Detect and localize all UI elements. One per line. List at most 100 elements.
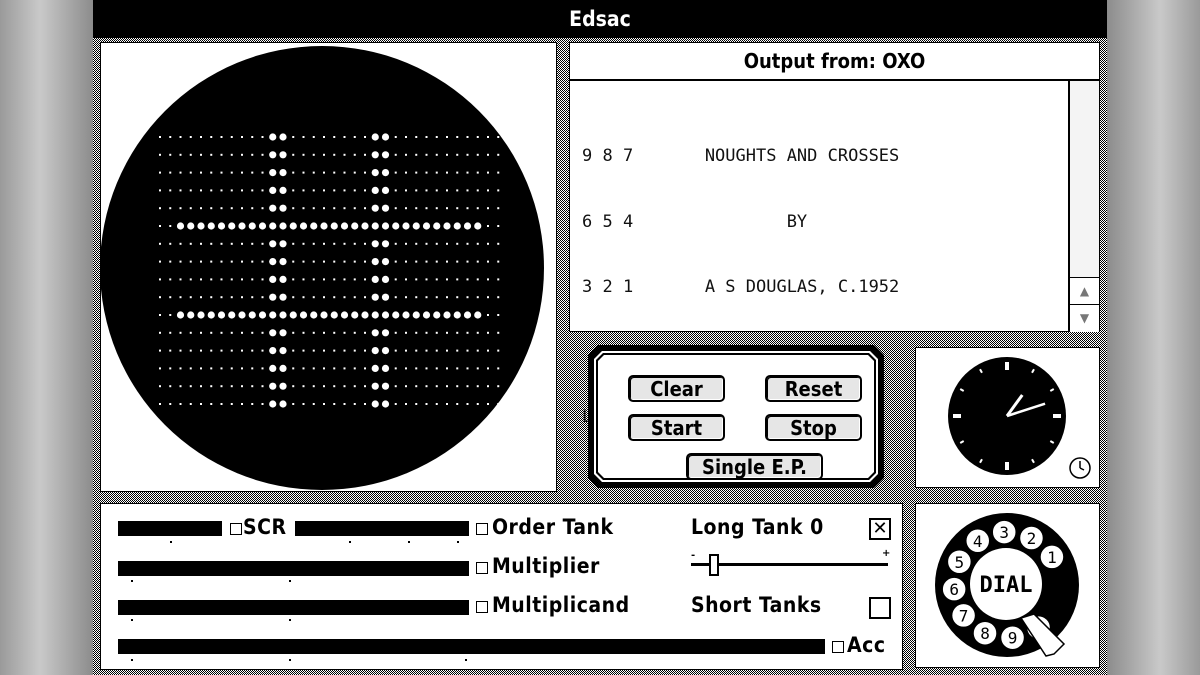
crt-dot bbox=[230, 136, 233, 138]
crt-dot bbox=[476, 171, 479, 174]
crt-dot-lit bbox=[453, 222, 461, 230]
crt-dot bbox=[323, 385, 325, 388]
crt-dot bbox=[323, 207, 325, 210]
crt-dot-lit bbox=[381, 364, 390, 372]
long-tank-checkbox[interactable]: ✕ bbox=[869, 518, 891, 540]
crt-dot-lit bbox=[463, 222, 472, 230]
crt-dot bbox=[200, 242, 202, 245]
crt-dot bbox=[446, 367, 448, 370]
window-title-bar[interactable]: Edsac bbox=[93, 0, 1107, 38]
dial-hole-5[interactable]: 5 bbox=[946, 549, 973, 575]
long-tank-slider-track[interactable] bbox=[691, 563, 888, 566]
crt-dot bbox=[394, 189, 397, 192]
crt-dot bbox=[405, 403, 407, 405]
crt-dot bbox=[456, 278, 459, 281]
crt-dot bbox=[435, 153, 438, 156]
crt-dot bbox=[487, 385, 489, 388]
crt-dot bbox=[497, 367, 500, 370]
single-ep-button[interactable]: Single E.P. bbox=[686, 453, 823, 478]
scr-checkbox[interactable] bbox=[230, 523, 242, 535]
crt-dot bbox=[497, 153, 500, 156]
crt-dot-lit bbox=[402, 311, 410, 319]
reset-button[interactable]: Reset bbox=[765, 375, 862, 402]
crt-dot-lit bbox=[443, 311, 451, 319]
crt-dot bbox=[425, 296, 428, 299]
clear-button[interactable]: Clear bbox=[628, 375, 725, 402]
crt-dot bbox=[312, 331, 315, 334]
register-tick bbox=[289, 580, 291, 582]
dial-digit: 3 bbox=[999, 523, 1009, 542]
output-scrollbar[interactable]: ▲ ▼ bbox=[1068, 81, 1099, 332]
crt-dot bbox=[200, 189, 202, 192]
crt-dot bbox=[415, 242, 418, 245]
short-tanks-label: Short Tanks bbox=[691, 593, 822, 617]
crt-dot bbox=[200, 331, 202, 334]
multiplier-checkbox[interactable] bbox=[476, 562, 488, 574]
crt-dot bbox=[456, 260, 459, 263]
crt-dot bbox=[159, 153, 161, 156]
rotary-dial[interactable]: DIAL 1234567890 bbox=[916, 504, 1099, 667]
crt-dot bbox=[466, 403, 469, 405]
dial-hole-8[interactable]: 8 bbox=[972, 620, 998, 646]
crt-dot bbox=[230, 171, 233, 174]
dial-hole-3[interactable]: 3 bbox=[991, 519, 1017, 545]
crt-dot bbox=[425, 367, 428, 370]
dial-digit: 1 bbox=[1047, 548, 1057, 567]
crt-dot bbox=[251, 349, 254, 352]
crt-dot bbox=[343, 296, 346, 299]
crt-dot bbox=[405, 260, 407, 263]
crt-dot bbox=[405, 278, 407, 281]
crt-dot bbox=[159, 278, 161, 281]
crt-dot bbox=[169, 225, 172, 227]
crt-dot bbox=[323, 278, 325, 281]
scroll-up-button[interactable]: ▲ bbox=[1070, 277, 1099, 305]
crt-dot bbox=[312, 189, 315, 192]
crt-dot-lit bbox=[392, 222, 400, 230]
dial-hole-7[interactable]: 7 bbox=[950, 602, 977, 629]
crt-dot bbox=[241, 171, 243, 174]
long-tank-slider-thumb[interactable] bbox=[708, 554, 719, 576]
crt-dot bbox=[446, 331, 448, 334]
crt-dot bbox=[487, 314, 489, 316]
crt-dot-lit bbox=[351, 222, 359, 230]
crt-dot bbox=[435, 278, 438, 281]
multiplicand-checkbox[interactable] bbox=[476, 601, 488, 613]
crt-dot bbox=[169, 385, 172, 388]
scr-label: SCR bbox=[243, 515, 287, 539]
crt-dot bbox=[353, 349, 356, 352]
crt-dot bbox=[169, 296, 172, 299]
crt-dot-lit bbox=[402, 222, 410, 230]
short-tanks-checkbox[interactable] bbox=[869, 597, 891, 619]
crt-dot bbox=[456, 242, 459, 245]
crt-dot bbox=[220, 349, 223, 352]
crt-dot bbox=[487, 153, 489, 156]
crt-dot-lit bbox=[279, 382, 287, 390]
crt-dot bbox=[189, 207, 192, 210]
crt-dot bbox=[364, 260, 366, 263]
dial-hole-4[interactable]: 4 bbox=[964, 528, 991, 554]
clock-toggle-icon[interactable] bbox=[1069, 457, 1091, 479]
acc-checkbox[interactable] bbox=[832, 641, 844, 653]
scroll-down-button[interactable]: ▼ bbox=[1070, 304, 1099, 332]
register-tick bbox=[457, 541, 459, 543]
crt-dot bbox=[364, 189, 366, 192]
crt-dot bbox=[333, 367, 336, 370]
crt-dot bbox=[476, 189, 479, 192]
dial-hole-9[interactable]: 9 bbox=[999, 624, 1026, 651]
stop-button[interactable]: Stop bbox=[765, 414, 862, 441]
crt-dot bbox=[394, 367, 397, 370]
clock-panel bbox=[915, 347, 1100, 488]
dial-hole-2[interactable]: 2 bbox=[1018, 525, 1045, 551]
dial-hole-6[interactable]: 6 bbox=[941, 576, 967, 602]
crt-dot bbox=[343, 385, 346, 388]
order-tank-checkbox[interactable] bbox=[476, 523, 488, 535]
crt-dot bbox=[312, 153, 315, 156]
crt-dot bbox=[200, 153, 202, 156]
crt-dot bbox=[302, 331, 305, 334]
crt-dot bbox=[466, 260, 469, 263]
start-button[interactable]: Start bbox=[628, 414, 725, 441]
crt-dot bbox=[179, 260, 182, 263]
dial-digit: 4 bbox=[973, 532, 983, 551]
dial-hole-1[interactable]: 1 bbox=[1039, 544, 1065, 570]
crt-dot bbox=[466, 349, 469, 352]
